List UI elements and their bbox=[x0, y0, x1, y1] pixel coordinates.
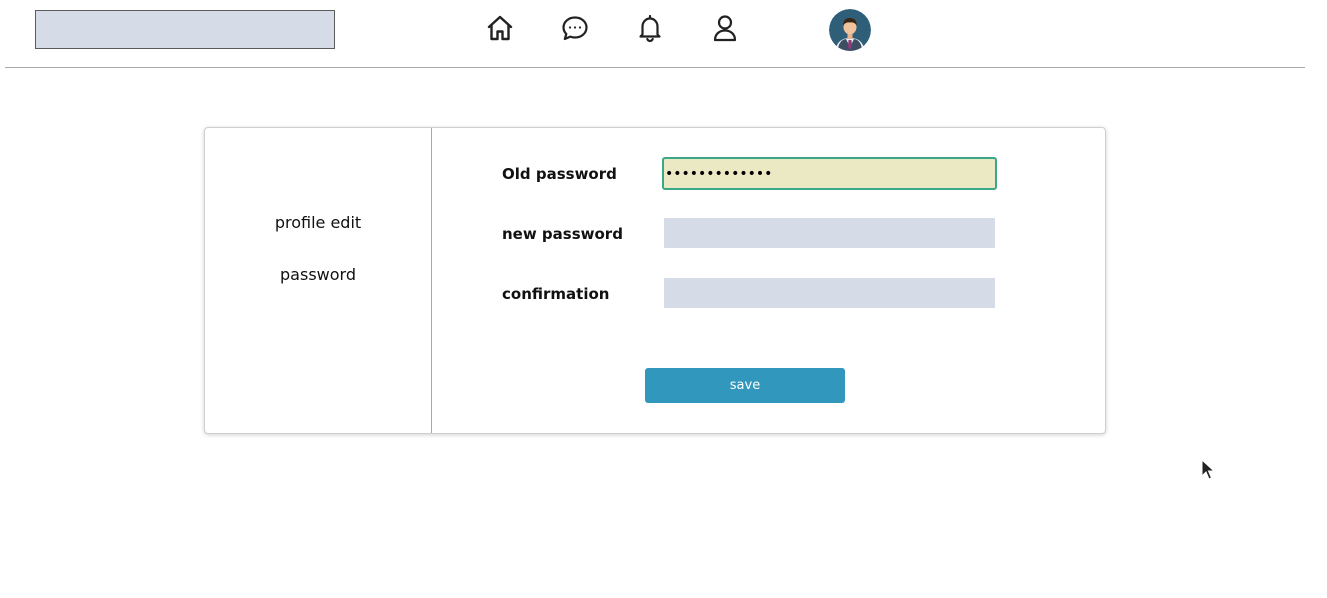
sidebar-item-profile-edit[interactable]: profile edit bbox=[205, 213, 431, 232]
new-password-field[interactable] bbox=[664, 218, 995, 248]
header-divider bbox=[5, 67, 1305, 68]
settings-card: profile edit password Old password new p… bbox=[204, 127, 1106, 434]
old-password-field[interactable] bbox=[662, 157, 997, 190]
old-password-label: Old password bbox=[502, 165, 617, 183]
confirmation-field[interactable] bbox=[664, 278, 995, 308]
avatar[interactable] bbox=[829, 9, 871, 51]
save-button[interactable]: save bbox=[645, 368, 845, 403]
sidebar-item-password[interactable]: password bbox=[205, 265, 431, 284]
new-password-label: new password bbox=[502, 225, 623, 243]
top-navigation-bar bbox=[0, 0, 1327, 68]
home-icon[interactable] bbox=[485, 13, 515, 43]
mouse-cursor-icon bbox=[1201, 458, 1216, 481]
search-input[interactable] bbox=[35, 10, 335, 49]
bell-icon[interactable] bbox=[635, 13, 665, 43]
settings-sidebar: profile edit password bbox=[205, 128, 432, 433]
user-icon[interactable] bbox=[710, 13, 740, 43]
chat-icon[interactable] bbox=[560, 13, 590, 43]
confirmation-label: confirmation bbox=[502, 285, 610, 303]
